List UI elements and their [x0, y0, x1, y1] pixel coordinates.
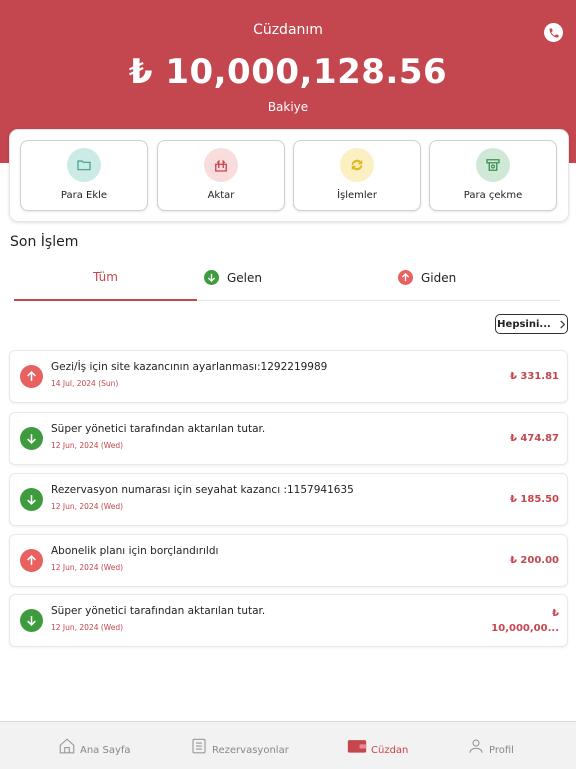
nav-home-label: Ana Sayfa — [80, 745, 131, 756]
chevron-right-icon — [559, 319, 566, 329]
transfer-label: Aktar — [207, 190, 235, 201]
recent-transactions-title: Son İşlem — [10, 234, 79, 250]
nav-reservations-label: Rezervasyonlar — [212, 745, 289, 756]
see-all-button[interactable]: Hepsini... — [495, 314, 568, 334]
transaction-row[interactable]: Rezervasyon numarası için seyahat kazanc… — [9, 473, 568, 526]
balance-label: Bakiye — [267, 100, 309, 114]
add-money-label: Para Ekle — [60, 190, 108, 201]
nav-profile[interactable]: Profil — [467, 722, 514, 769]
transfer-button[interactable]: Aktar — [157, 140, 285, 211]
quick-actions: Para Ekle Aktar İşlemler Para çekme — [9, 129, 569, 222]
phone-icon[interactable] — [544, 23, 563, 42]
arrow-up-icon — [398, 270, 413, 285]
home-icon — [58, 737, 76, 755]
transfer-icon — [204, 148, 238, 182]
transaction-date: 12 Jun, 2024 (Wed) — [51, 563, 124, 572]
withdraw-button[interactable]: Para çekme — [429, 140, 557, 211]
arrow-down-icon — [20, 488, 43, 511]
tab-all-label: Tüm — [93, 270, 118, 284]
transaction-description: Abonelik planı için borçlandırıldı — [51, 545, 219, 557]
transaction-row[interactable]: Süper yönetici tarafından aktarılan tuta… — [9, 412, 568, 465]
transaction-amount: ₺ 474.87 — [509, 433, 559, 444]
transaction-amount-value: 10,000,00... — [491, 623, 559, 634]
transaction-amount: ₺ 185.50 — [509, 494, 559, 505]
tab-incoming-label: Gelen — [227, 270, 263, 285]
arrow-down-icon — [20, 609, 43, 632]
nav-wallet-label: Cüzdan — [371, 745, 409, 756]
withdraw-label: Para çekme — [463, 190, 523, 201]
tab-incoming[interactable]: Gelen — [204, 270, 262, 285]
transaction-amount: ₺ 331.81 — [509, 371, 559, 382]
arrow-up-icon — [20, 365, 43, 388]
transaction-row[interactable]: Gezi/İş için site kazancının ayarlanması… — [9, 350, 568, 403]
tab-outgoing-label: Giden — [421, 270, 457, 285]
user-icon — [467, 737, 485, 755]
transaction-description: Süper yönetici tarafından aktarılan tuta… — [51, 423, 266, 435]
folder-icon — [67, 148, 101, 182]
transaction-row[interactable]: Süper yönetici tarafından aktarılan tuta… — [9, 594, 568, 647]
balance-amount: ₺ 10,000,128.56 — [128, 52, 448, 92]
active-tab-indicator — [14, 299, 197, 301]
refresh-icon — [340, 148, 374, 182]
nav-wallet[interactable]: Cüzdan — [347, 722, 408, 769]
transaction-date: 12 Jun, 2024 (Wed) — [51, 441, 124, 450]
transactions-button[interactable]: İşlemler — [293, 140, 421, 211]
transactions-label: İşlemler — [337, 190, 377, 201]
arrow-down-icon — [20, 427, 43, 450]
cash-icon — [476, 148, 510, 182]
wallet-icon — [347, 737, 367, 755]
bottom-nav: Ana Sayfa Rezervasyonlar Cüzdan Profil — [0, 721, 576, 769]
transaction-date: 12 Jun, 2024 (Wed) — [51, 502, 124, 511]
list-icon — [190, 737, 208, 755]
tab-all[interactable]: Tüm — [14, 270, 197, 284]
nav-home[interactable]: Ana Sayfa — [58, 722, 131, 769]
transaction-amount: ₺ 10,000,00... — [469, 606, 559, 636]
transaction-date: 14 Jul, 2024 (Sun) — [51, 379, 119, 388]
transaction-row[interactable]: Abonelik planı için borçlandırıldı 12 Ju… — [9, 534, 568, 587]
see-all-label: Hepsini... — [497, 318, 551, 330]
tab-outgoing[interactable]: Giden — [398, 270, 456, 285]
transaction-amount-currency: ₺ — [552, 608, 559, 619]
page-title: Cüzdanım — [253, 22, 323, 38]
nav-profile-label: Profil — [489, 745, 514, 756]
transaction-amount: ₺ 200.00 — [509, 555, 559, 566]
transaction-description: Gezi/İş için site kazancının ayarlanması… — [51, 361, 328, 373]
transaction-date: 12 Jun, 2024 (Wed) — [51, 623, 124, 632]
transaction-description: Süper yönetici tarafından aktarılan tuta… — [51, 605, 266, 617]
arrow-up-icon — [20, 549, 43, 572]
nav-reservations[interactable]: Rezervasyonlar — [190, 722, 289, 769]
arrow-down-icon — [204, 270, 219, 285]
transaction-description: Rezervasyon numarası için seyahat kazanc… — [51, 484, 354, 496]
add-money-button[interactable]: Para Ekle — [20, 140, 148, 211]
